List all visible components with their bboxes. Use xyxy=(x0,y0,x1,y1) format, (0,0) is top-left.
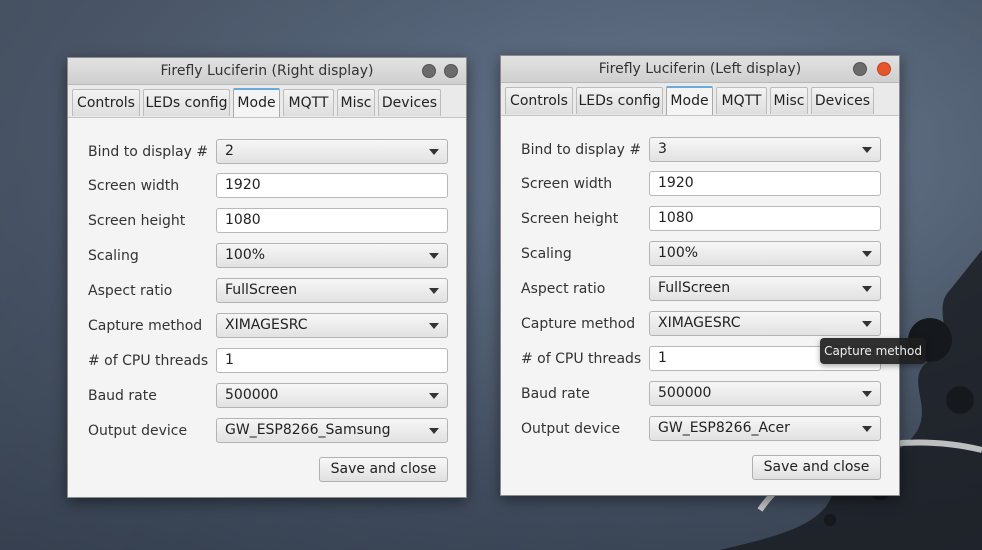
scaling-select[interactable]: 100% xyxy=(216,243,448,268)
scaling-value: 100% xyxy=(658,245,699,261)
baud-rate-select[interactable]: 500000 xyxy=(649,381,881,406)
tab-controls[interactable]: Controls xyxy=(505,87,573,114)
tooltip: Capture method xyxy=(820,338,926,364)
window-title: Firefly Luciferin (Left display) xyxy=(598,61,802,77)
baud-rate-select[interactable]: 500000 xyxy=(216,383,448,408)
screen-height-label: Screen height xyxy=(88,213,186,229)
output-device-label: Output device xyxy=(88,423,188,439)
aspect-ratio-select[interactable]: FullScreen xyxy=(216,278,448,303)
baud-rate-value: 500000 xyxy=(658,385,712,401)
tab-devices[interactable]: Devices xyxy=(811,87,874,114)
output-device-value: GW_ESP8266_Samsung xyxy=(225,422,391,438)
output-device-select[interactable]: GW_ESP8266_Acer xyxy=(649,416,881,441)
close-button[interactable] xyxy=(444,64,458,78)
chevron-down-icon xyxy=(862,286,872,292)
capture-method-label: Capture method xyxy=(88,318,203,334)
tab-mode[interactable]: Mode xyxy=(233,88,280,117)
chevron-down-icon xyxy=(429,428,439,434)
bind-display-select[interactable]: 2 xyxy=(216,139,448,164)
tab-leds-config[interactable]: LEDs config xyxy=(143,89,230,116)
baud-rate-label: Baud rate xyxy=(521,386,590,402)
screen-width-label: Screen width xyxy=(88,178,180,194)
tab-misc[interactable]: Misc xyxy=(770,87,808,114)
tab-mode[interactable]: Mode xyxy=(666,86,713,115)
settings-window-right: Firefly Luciferin (Right display) Contro… xyxy=(67,57,467,498)
bind-display-label: Bind to display # xyxy=(521,142,642,158)
bind-display-select[interactable]: 3 xyxy=(649,137,881,162)
chevron-down-icon xyxy=(429,288,439,294)
capture-method-value: XIMAGESRC xyxy=(225,317,308,333)
minimize-button[interactable] xyxy=(853,62,867,76)
capture-method-select[interactable]: XIMAGESRC xyxy=(216,313,448,338)
chevron-down-icon xyxy=(862,426,872,432)
window-title: Firefly Luciferin (Right display) xyxy=(160,63,374,79)
chevron-down-icon xyxy=(862,147,872,153)
aspect-ratio-value: FullScreen xyxy=(225,282,298,298)
tab-mqtt[interactable]: MQTT xyxy=(716,87,767,114)
baud-rate-value: 500000 xyxy=(225,387,279,403)
tab-leds-config[interactable]: LEDs config xyxy=(576,87,663,114)
chevron-down-icon xyxy=(862,391,872,397)
cpu-threads-label: # of CPU threads xyxy=(88,353,209,369)
chevron-down-icon xyxy=(429,323,439,329)
capture-method-select[interactable]: XIMAGESRC xyxy=(649,311,881,336)
chevron-down-icon xyxy=(862,251,872,257)
bind-display-value: 3 xyxy=(658,141,667,157)
output-device-value: GW_ESP8266_Acer xyxy=(658,420,790,436)
screen-width-field[interactable]: 1920 xyxy=(649,171,881,196)
save-and-close-button[interactable]: Save and close xyxy=(752,455,881,480)
screen-height-label: Screen height xyxy=(521,211,619,227)
save-and-close-button[interactable]: Save and close xyxy=(319,457,448,482)
minimize-button[interactable] xyxy=(422,64,436,78)
scaling-label: Scaling xyxy=(88,248,139,264)
aspect-ratio-value: FullScreen xyxy=(658,280,731,296)
scaling-select[interactable]: 100% xyxy=(649,241,881,266)
tab-controls[interactable]: Controls xyxy=(72,89,140,116)
output-device-select[interactable]: GW_ESP8266_Samsung xyxy=(216,418,448,443)
cpu-threads-label: # of CPU threads xyxy=(521,351,642,367)
tab-bar: Controls LEDs config Mode MQTT Misc Devi… xyxy=(501,83,899,116)
settings-window-left: Firefly Luciferin (Left display) Control… xyxy=(500,55,900,496)
bind-display-value: 2 xyxy=(225,143,234,159)
window-titlebar[interactable]: Firefly Luciferin (Right display) xyxy=(68,58,466,85)
capture-method-value: XIMAGESRC xyxy=(658,315,741,331)
tab-devices[interactable]: Devices xyxy=(378,89,441,116)
aspect-ratio-label: Aspect ratio xyxy=(521,281,606,297)
capture-method-label: Capture method xyxy=(521,316,636,332)
chevron-down-icon xyxy=(429,253,439,259)
scaling-label: Scaling xyxy=(521,246,572,262)
window-titlebar[interactable]: Firefly Luciferin (Left display) xyxy=(501,56,899,83)
screen-height-field[interactable]: 1080 xyxy=(649,206,881,231)
screen-height-field[interactable]: 1080 xyxy=(216,208,448,233)
chevron-down-icon xyxy=(429,393,439,399)
screen-width-field[interactable]: 1920 xyxy=(216,173,448,198)
scaling-value: 100% xyxy=(225,247,266,263)
screen-width-label: Screen width xyxy=(521,176,613,192)
tab-misc[interactable]: Misc xyxy=(337,89,375,116)
output-device-label: Output device xyxy=(521,421,621,437)
chevron-down-icon xyxy=(429,149,439,155)
tab-mqtt[interactable]: MQTT xyxy=(283,89,334,116)
cpu-threads-field[interactable]: 1 xyxy=(216,348,448,373)
aspect-ratio-select[interactable]: FullScreen xyxy=(649,276,881,301)
bind-display-label: Bind to display # xyxy=(88,144,209,160)
baud-rate-label: Baud rate xyxy=(88,388,157,404)
chevron-down-icon xyxy=(862,321,872,327)
aspect-ratio-label: Aspect ratio xyxy=(88,283,173,299)
close-button[interactable] xyxy=(877,62,891,76)
tab-bar: Controls LEDs config Mode MQTT Misc Devi… xyxy=(68,85,466,118)
